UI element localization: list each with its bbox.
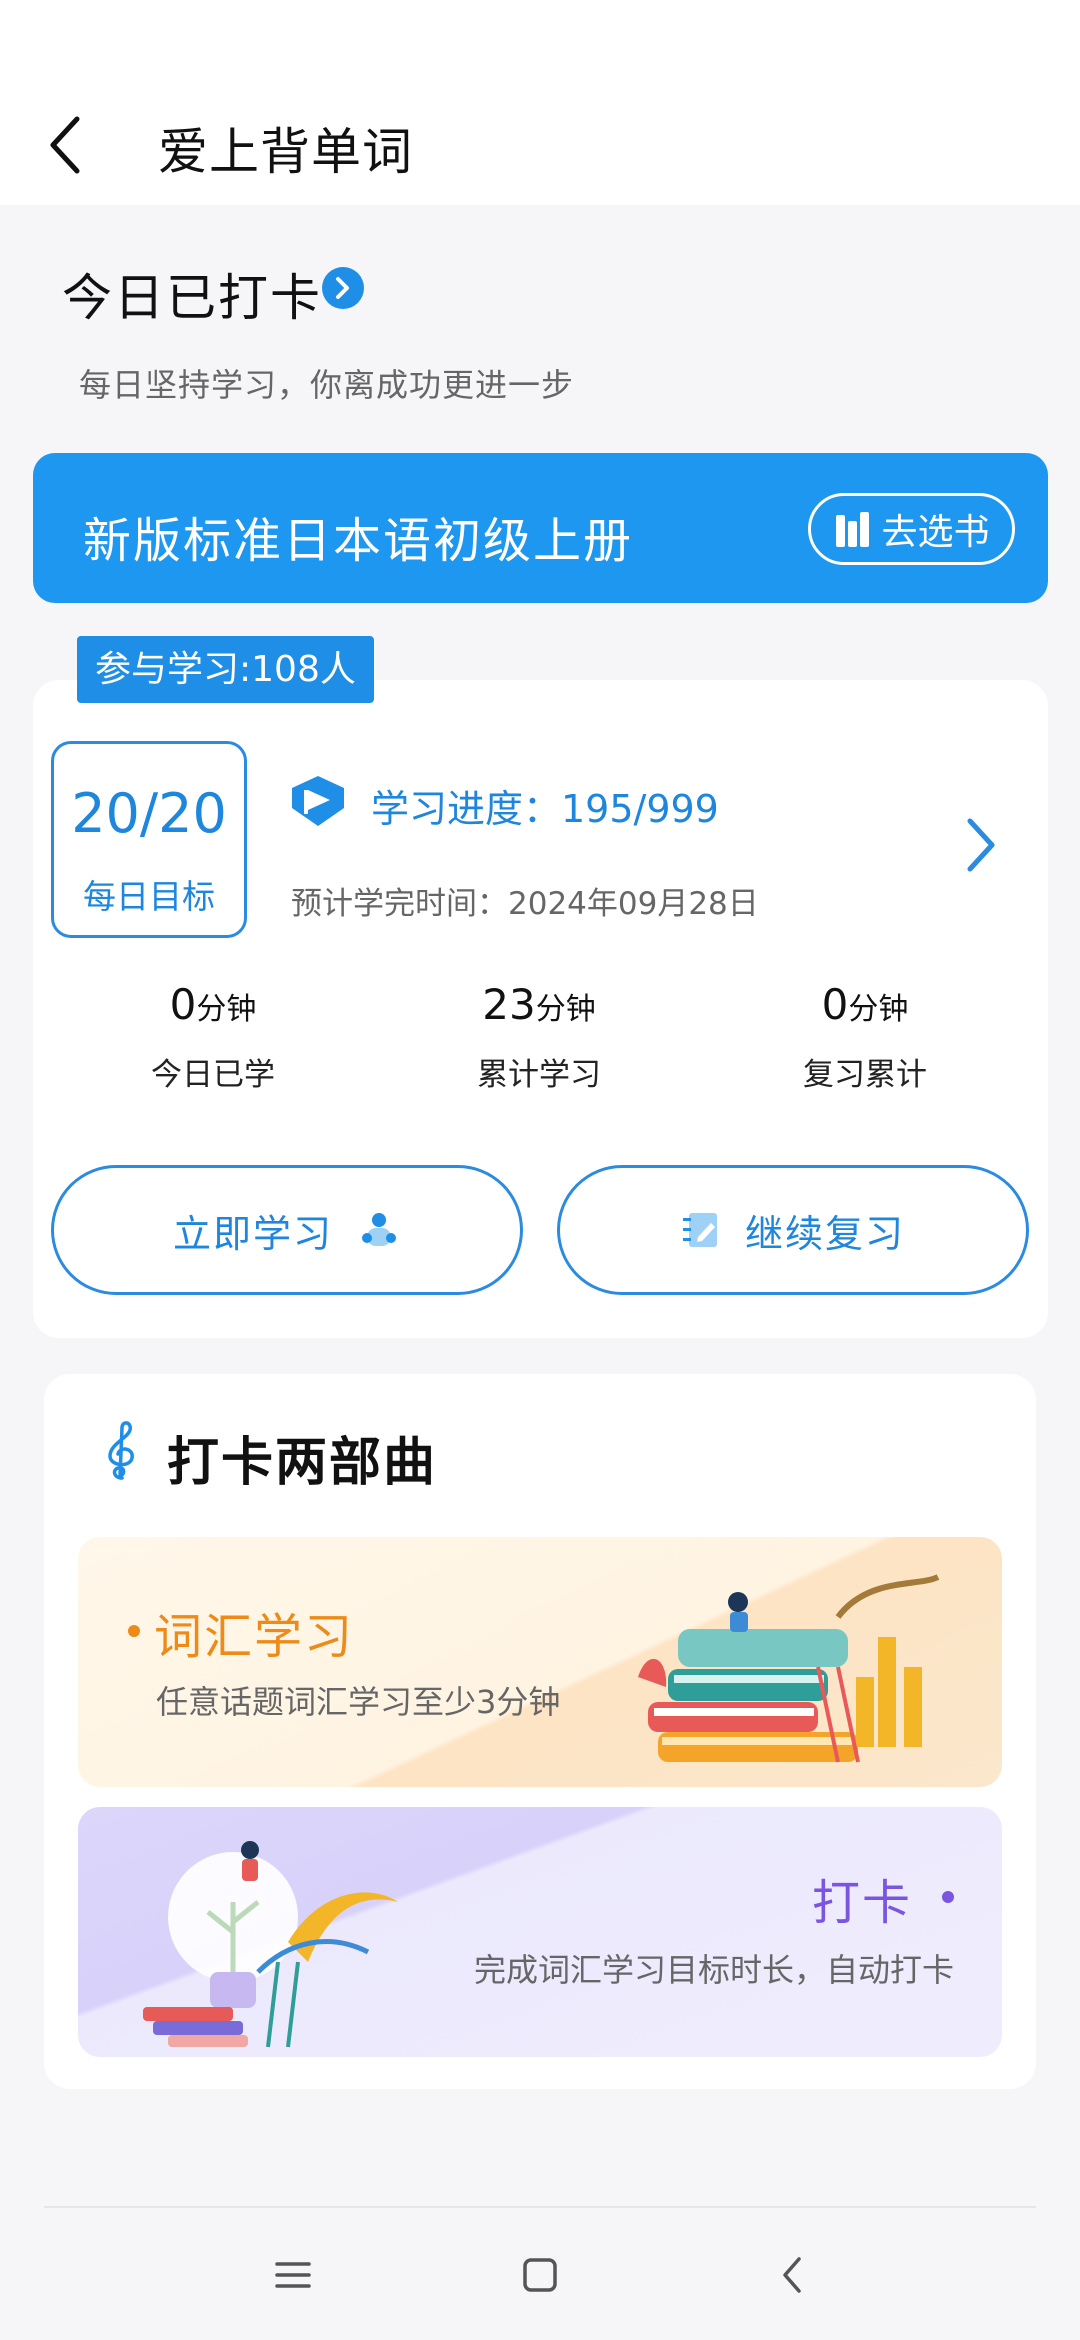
stat-today: 0分钟 今日已学: [88, 980, 338, 1094]
checkin-status-title[interactable]: 今日已打卡: [62, 258, 322, 330]
nav-back-button[interactable]: [752, 2240, 832, 2310]
stat-value: 0: [821, 980, 849, 1029]
book-name: 新版标准日本语初级上册: [83, 513, 634, 569]
chevron-right-icon: [336, 277, 349, 299]
stat-unit: 分钟: [535, 992, 596, 1027]
stat-label: 累计学习: [477, 1057, 601, 1093]
stat-unit: 分钟: [848, 992, 909, 1027]
bullet-dot: [942, 1891, 954, 1903]
menu-icon: [275, 2262, 311, 2288]
nav-home-button[interactable]: [500, 2240, 580, 2310]
daily-goal-box[interactable]: 20/20 每日目标: [51, 741, 247, 938]
checkin-subtitle: 每日坚持学习，你离成功更进一步: [79, 366, 575, 404]
continue-review-button[interactable]: 继续复习: [557, 1165, 1029, 1295]
checkin-step-card[interactable]: 打卡 完成词汇学习目标时长，自动打卡: [78, 1807, 1002, 2057]
learner-icon: [362, 1213, 396, 1246]
checkin-detail-button[interactable]: [322, 267, 364, 309]
back-button[interactable]: [30, 100, 100, 190]
continue-review-label: 继续复习: [744, 1211, 905, 1256]
stat-label: 今日已学: [151, 1057, 275, 1093]
chevron-right-icon[interactable]: [960, 815, 1000, 875]
nav-menu-button[interactable]: [253, 2240, 333, 2310]
bullet-dot: [128, 1625, 140, 1637]
checkin-step-desc: 完成词汇学习目标时长，自动打卡: [473, 1951, 954, 1989]
music-clef-icon: [108, 1421, 134, 1480]
study-now-button[interactable]: 立即学习: [51, 1165, 523, 1295]
vocab-step-desc: 任意话题词汇学习至少3分钟: [156, 1683, 561, 1721]
square-icon: [523, 2258, 557, 2292]
stat-label: 复习累计: [803, 1057, 927, 1093]
book-banner: 新版标准日本语初级上册 去选书: [33, 453, 1048, 603]
participants-badge: 参与学习:108人: [77, 636, 374, 703]
books-icon: [836, 512, 870, 547]
lightbulb-illustration-icon: [143, 1841, 398, 2048]
page-title: 爱上背单词: [158, 123, 413, 181]
daily-goal-value: 20/20: [71, 782, 227, 845]
notebook-edit-icon: [682, 1213, 717, 1247]
vocab-step-title: 词汇学习: [154, 1609, 355, 1665]
stat-value: 23: [482, 980, 536, 1029]
vocab-step-card[interactable]: 词汇学习 任意话题词汇学习至少3分钟: [78, 1537, 1002, 1787]
stat-total: 23分钟 累计学习: [414, 980, 664, 1094]
books-illustration-icon: [638, 1574, 940, 1763]
chevron-left-icon: [50, 116, 80, 174]
study-progress: 学习进度：195/999: [371, 787, 719, 831]
study-now-label: 立即学习: [172, 1211, 333, 1256]
stat-review: 0分钟 复习累计: [740, 980, 990, 1094]
daily-goal-label: 每日目标: [83, 877, 215, 916]
chevron-left-icon: [783, 2257, 801, 2293]
progress-flag-icon: [292, 776, 344, 826]
stat-unit: 分钟: [196, 992, 257, 1027]
choose-book-label: 去选书: [881, 512, 990, 553]
stat-value: 0: [169, 980, 197, 1029]
divider: [44, 2206, 1036, 2208]
app-header: 爱上背单词: [0, 0, 1080, 205]
steps-title: 打卡两部曲: [167, 1433, 438, 1493]
checkin-step-title: 打卡: [811, 1875, 912, 1931]
choose-book-button[interactable]: 去选书: [808, 493, 1015, 565]
estimated-finish-time: 预计学完时间：2024年09月28日: [291, 886, 759, 922]
